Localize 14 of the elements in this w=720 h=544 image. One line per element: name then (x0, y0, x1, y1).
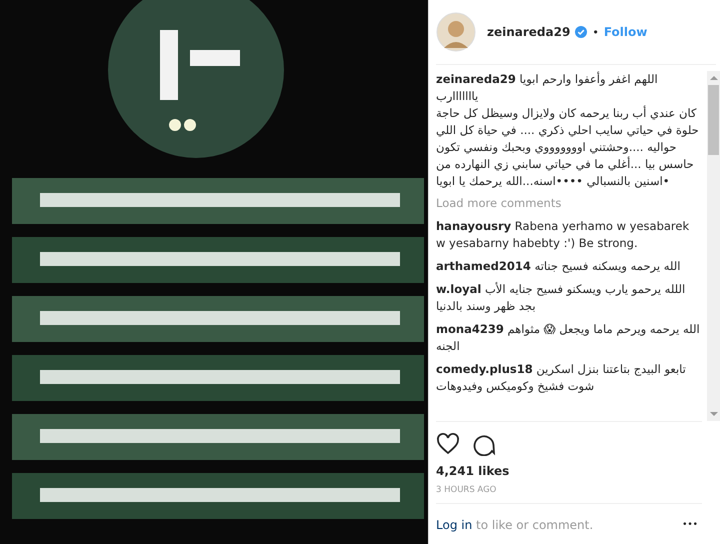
scroll-down-icon[interactable] (710, 411, 718, 417)
avatar[interactable] (436, 12, 476, 52)
login-link[interactable]: Log in (436, 518, 472, 532)
comment-text: hanayousry Rabena yerhamo w yesabarek w yesabarny habebty :') Be strong. (436, 218, 690, 252)
scrollbar[interactable] (707, 71, 720, 421)
scrollbar-thumb[interactable] (708, 85, 719, 155)
scroll-up-icon[interactable] (710, 75, 718, 81)
username[interactable]: zeinareda29 (487, 25, 570, 39)
timestamp: 3 HOURS AGO (436, 485, 702, 504)
separator-dot: • (592, 26, 599, 38)
likes-count[interactable]: 4,241 likes (436, 464, 720, 478)
heart-icon[interactable] (436, 432, 460, 456)
login-prompt: to like or comment. (476, 518, 594, 532)
more-options-button[interactable]: ••• (682, 520, 698, 530)
